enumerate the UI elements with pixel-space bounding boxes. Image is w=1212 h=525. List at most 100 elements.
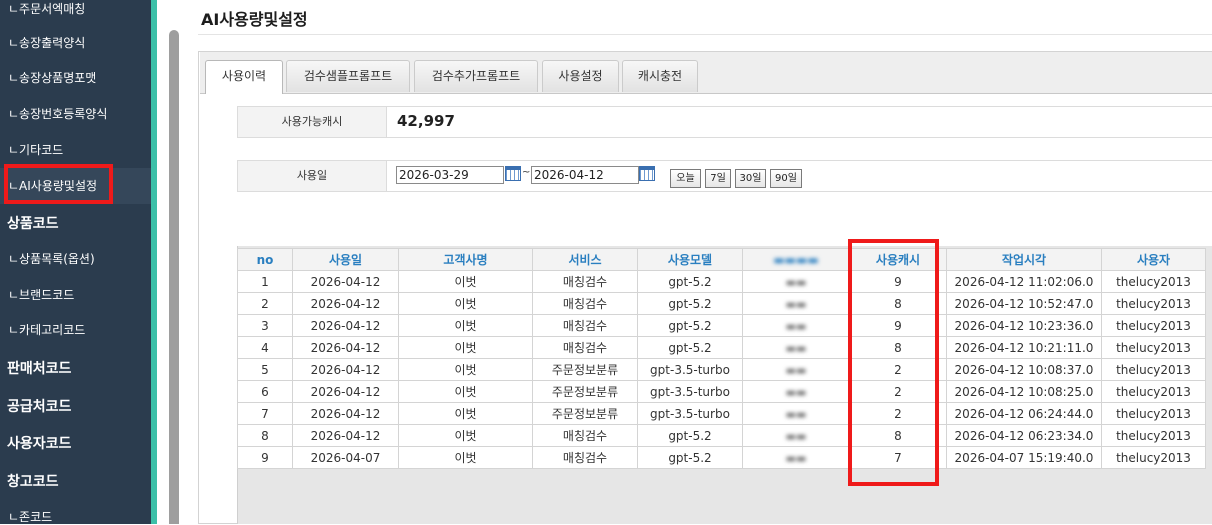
cell-customer: 이벗 — [398, 358, 533, 381]
cell-service: 주문정보분류 — [532, 402, 638, 425]
redacted-text: ▬▬ — [785, 363, 807, 377]
table-row[interactable]: 6 2026-04-12 이벗 주문정보분류 gpt-3.5-turbo ▬▬ 2 2026-… — [237, 380, 1206, 403]
cell-work-time: 2026-04-12 10:08:37.0 — [946, 358, 1102, 381]
sidebar-item-invoice-product-format[interactable]: ㄴ송장상품명포맷 — [0, 69, 151, 86]
cell-usage-date: 2026-04-12 — [292, 336, 399, 359]
cell-no: 9 — [237, 446, 293, 469]
tab-usage-history[interactable]: 사용이력 — [205, 60, 283, 94]
redacted-text: ▬▬ — [785, 407, 807, 421]
cell-customer: 이벗 — [398, 270, 533, 293]
col-header-no[interactable]: no — [237, 248, 293, 271]
sidebar-item-warehouse-code[interactable]: 창고코드 — [0, 471, 151, 491]
tab-cash-charge[interactable]: 캐시충전 — [622, 60, 698, 92]
cell-service: 주문정보분류 — [532, 358, 638, 381]
cell-customer: 이벗 — [398, 402, 533, 425]
cell-redacted: ▬▬ — [742, 358, 850, 381]
redacted-text: ▬▬ — [785, 451, 807, 465]
cell-user: thelucy2013 — [1101, 358, 1206, 381]
cell-customer: 이벗 — [398, 292, 533, 315]
cell-user: thelucy2013 — [1101, 380, 1206, 403]
30-days-button[interactable]: 30일 — [735, 169, 766, 188]
sidebar-item-seller-code[interactable]: 판매처코드 — [0, 358, 151, 378]
highlight-box-sidebar — [4, 164, 113, 204]
cell-work-time: 2026-04-12 06:24:44.0 — [946, 402, 1102, 425]
cell-redacted: ▬▬ — [742, 446, 850, 469]
col-header-service[interactable]: 서비스 — [532, 248, 638, 271]
end-date-input[interactable] — [531, 166, 639, 184]
col-header-user[interactable]: 사용자 — [1101, 248, 1206, 271]
page-title: AI사용량및설정 — [201, 10, 308, 29]
available-cash-label: 사용가능캐시 — [237, 106, 387, 138]
cell-service: 매칭검수 — [532, 314, 638, 337]
cell-model: gpt-5.2 — [637, 336, 743, 359]
cell-model: gpt-5.2 — [637, 270, 743, 293]
col-header-work-time[interactable]: 작업시각 — [946, 248, 1102, 271]
cell-user: thelucy2013 — [1101, 446, 1206, 469]
col-header-usage-date[interactable]: 사용일 — [292, 248, 399, 271]
cell-service: 매칭검수 — [532, 292, 638, 315]
date-filter-label: 사용일 — [237, 160, 387, 192]
cell-model: gpt-5.2 — [637, 314, 743, 337]
sidebar-item-category-code[interactable]: ㄴ카테고리코드 — [0, 321, 151, 338]
redacted-text: ▬▬ — [785, 429, 807, 443]
sidebar-item-order-matching[interactable]: ㄴ주문서엑매칭 — [0, 0, 151, 17]
tab-review-additional-prompt[interactable]: 검수추가프롬프트 — [414, 60, 538, 92]
90-days-button[interactable]: 90일 — [770, 169, 802, 188]
title-divider — [198, 34, 1212, 35]
table-row[interactable]: 3 2026-04-12 이벗 매칭검수 gpt-5.2 ▬▬ 9 2026-04-12 10… — [237, 314, 1206, 337]
table-row[interactable]: 8 2026-04-12 이벗 매칭검수 gpt-5.2 ▬▬ 8 2026-04-12 06… — [237, 424, 1206, 447]
table-row[interactable]: 9 2026-04-07 이벗 매칭검수 gpt-5.2 ▬▬ 7 2026-04-07 15… — [237, 446, 1206, 469]
cell-no: 2 — [237, 292, 293, 315]
cell-work-time: 2026-04-12 10:52:47.0 — [946, 292, 1102, 315]
table-row[interactable]: 1 2026-04-12 이벗 매칭검수 gpt-5.2 ▬▬ 9 2026-04-12 11… — [237, 270, 1206, 293]
table-row[interactable]: 5 2026-04-12 이벗 주문정보분류 gpt-3.5-turbo ▬▬ 2 2026-… — [237, 358, 1206, 381]
col-header-redacted[interactable]: ▬▬▬▬ — [742, 248, 850, 271]
redacted-text: ▬▬ — [785, 275, 807, 289]
table-row[interactable]: 7 2026-04-12 이벗 주문정보분류 gpt-3.5-turbo ▬▬ 2 2026-… — [237, 402, 1206, 425]
cell-usage-date: 2026-04-12 — [292, 358, 399, 381]
cell-user: thelucy2013 — [1101, 270, 1206, 293]
7-days-button[interactable]: 7일 — [705, 169, 731, 188]
cell-user: thelucy2013 — [1101, 336, 1206, 359]
cell-customer: 이벗 — [398, 446, 533, 469]
sidebar-item-invoice-print-format[interactable]: ㄴ송장출력양식 — [0, 34, 151, 51]
cell-usage-date: 2026-04-12 — [292, 292, 399, 315]
start-date-input[interactable] — [396, 166, 504, 184]
cell-model: gpt-3.5-turbo — [637, 358, 743, 381]
cell-usage-date: 2026-04-12 — [292, 270, 399, 293]
cell-user: thelucy2013 — [1101, 402, 1206, 425]
cell-model: gpt-3.5-turbo — [637, 402, 743, 425]
tab-review-sample-prompt[interactable]: 검수샘플프롬프트 — [286, 60, 410, 92]
cell-redacted: ▬▬ — [742, 270, 850, 293]
sidebar-item-supplier-code[interactable]: 공급처코드 — [0, 396, 151, 416]
cell-redacted: ▬▬ — [742, 292, 850, 315]
cell-usage-date: 2026-04-07 — [292, 446, 399, 469]
cell-service: 매칭검수 — [532, 424, 638, 447]
sidebar-item-zone-code[interactable]: ㄴ존코드 — [0, 508, 151, 525]
cell-no: 3 — [237, 314, 293, 337]
available-cash-value: 42,997 — [397, 112, 455, 130]
cell-usage-date: 2026-04-12 — [292, 380, 399, 403]
cell-no: 1 — [237, 270, 293, 293]
table-row[interactable]: 4 2026-04-12 이벗 매칭검수 gpt-5.2 ▬▬ 8 2026-04-12 10… — [237, 336, 1206, 359]
col-header-model[interactable]: 사용모델 — [637, 248, 743, 271]
redacted-text: ▬▬ — [785, 297, 807, 311]
sidebar-item-user-code[interactable]: 사용자코드 — [0, 433, 151, 453]
col-header-customer[interactable]: 고객사명 — [398, 248, 533, 271]
cell-service: 주문정보분류 — [532, 380, 638, 403]
sidebar-item-brand-code[interactable]: ㄴ브랜드코드 — [0, 286, 151, 303]
calendar-icon[interactable] — [505, 166, 521, 181]
cell-customer: 이벗 — [398, 314, 533, 337]
cell-no: 7 — [237, 402, 293, 425]
cell-redacted: ▬▬ — [742, 402, 850, 425]
cell-no: 5 — [237, 358, 293, 381]
sidebar-item-invoice-number-format[interactable]: ㄴ송장번호등록양식 — [0, 105, 151, 122]
today-button[interactable]: 오늘 — [670, 169, 701, 188]
table-row[interactable]: 2 2026-04-12 이벗 매칭검수 gpt-5.2 ▬▬ 8 2026-04-12 10… — [237, 292, 1206, 315]
calendar-icon[interactable] — [639, 166, 655, 181]
tab-usage-settings[interactable]: 사용설정 — [542, 60, 619, 92]
sidebar-item-product-code[interactable]: 상품코드 — [0, 213, 151, 233]
scrollbar-thumb[interactable] — [169, 30, 179, 524]
sidebar-item-other-codes[interactable]: ㄴ기타코드 — [0, 141, 151, 158]
sidebar-item-product-list[interactable]: ㄴ상품목록(옵션) — [0, 250, 151, 267]
